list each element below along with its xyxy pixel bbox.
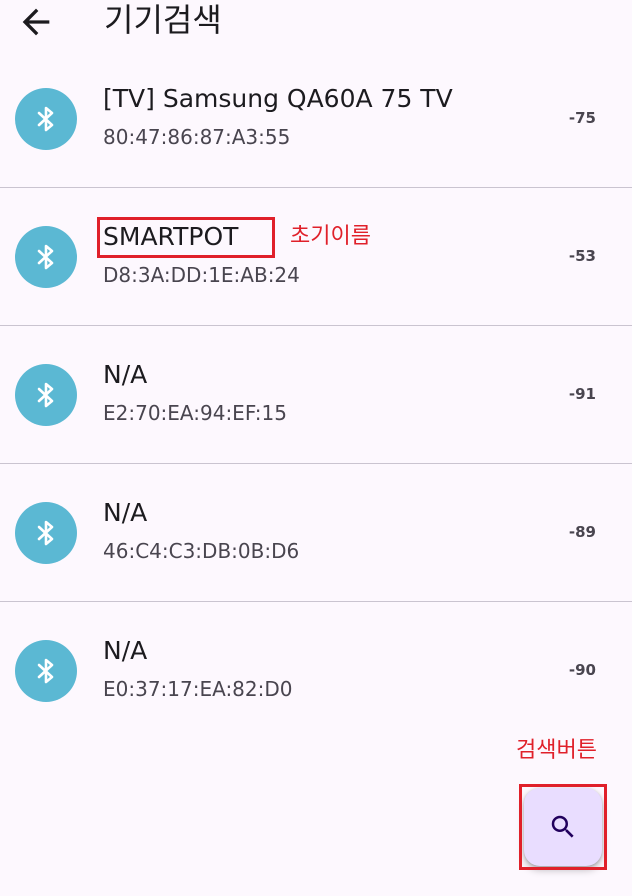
device-mac-address: 46:C4:C3:DB:0B:D6 [103, 539, 300, 563]
back-button[interactable] [16, 2, 56, 42]
device-mac-address: E0:37:17:EA:82:D0 [103, 677, 293, 701]
device-mac-address: D8:3A:DD:1E:AB:24 [103, 263, 300, 287]
bluetooth-icon [37, 658, 54, 684]
device-rssi: -89 [568, 523, 596, 541]
bluetooth-icon [37, 520, 54, 546]
device-avatar [15, 226, 77, 288]
device-list: [TV] Samsung QA60A 75 TV 80:47:86:87:A3:… [0, 50, 632, 739]
device-avatar [15, 88, 77, 150]
device-row[interactable]: N/A E0:37:17:EA:82:D0 -90 [0, 602, 632, 739]
top-app-bar: 기기검색 [0, 0, 632, 48]
device-mac-address: 80:47:86:87:A3:55 [103, 125, 291, 149]
bluetooth-icon [37, 244, 54, 270]
device-name: N/A [103, 360, 148, 389]
arrow-back-icon [22, 8, 50, 36]
device-name: N/A [103, 498, 148, 527]
device-row[interactable]: N/A 46:C4:C3:DB:0B:D6 -89 [0, 464, 632, 602]
device-rssi: -53 [568, 247, 596, 265]
bluetooth-icon [37, 106, 54, 132]
device-row[interactable]: N/A E2:70:EA:94:EF:15 -91 [0, 326, 632, 464]
device-name: N/A [103, 636, 148, 665]
device-rssi: -90 [568, 661, 596, 679]
device-name: [TV] Samsung QA60A 75 TV [103, 84, 453, 113]
device-rssi: -75 [568, 109, 596, 127]
device-avatar [15, 364, 77, 426]
device-row[interactable]: [TV] Samsung QA60A 75 TV 80:47:86:87:A3:… [0, 50, 632, 188]
bluetooth-icon [37, 382, 54, 408]
search-button-highlight-box [519, 784, 607, 870]
initial-name-highlight-box [97, 217, 275, 258]
device-avatar [15, 640, 77, 702]
search-button-annotation: 검색버튼 [516, 738, 597, 763]
device-rssi: -91 [568, 385, 596, 403]
device-row[interactable]: SMARTPOT D8:3A:DD:1E:AB:24 -53 [0, 188, 632, 326]
initial-name-annotation: 초기이름 [290, 224, 371, 249]
page-title: 기기검색 [104, 1, 222, 39]
device-avatar [15, 502, 77, 564]
device-mac-address: E2:70:EA:94:EF:15 [103, 401, 287, 425]
